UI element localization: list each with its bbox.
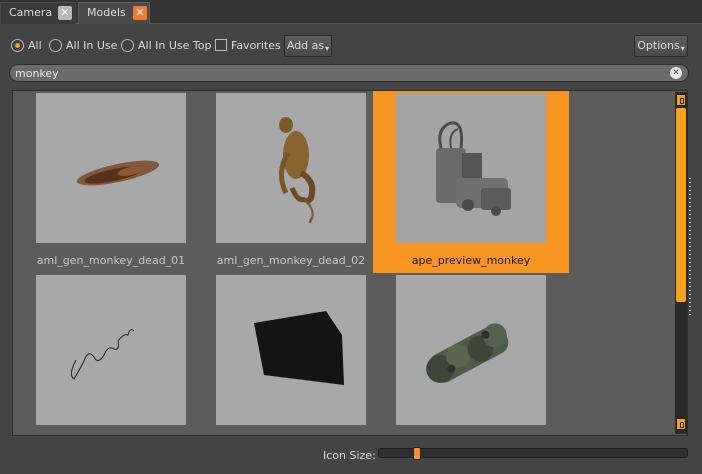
icon-size-slider[interactable]: [378, 447, 688, 460]
favorites-label: Favorites: [231, 39, 281, 52]
model-tile[interactable]: aml_gen_monkey_dead_01: [13, 91, 209, 273]
model-name: ape_preview_monkey: [411, 254, 531, 267]
scroll-up-arrow[interactable]: [676, 94, 686, 106]
close-icon[interactable]: ✕: [58, 6, 72, 20]
resize-grip[interactable]: [689, 178, 691, 318]
tab-models[interactable]: Models ✕: [78, 2, 150, 24]
tab-bar: Camera ✕ Models ✕: [0, 0, 702, 24]
model-browser: aml_gen_monkey_dead_01 aml_gen_monkey_de…: [12, 90, 688, 436]
model-tile-selected[interactable]: ape_preview_monkey: [373, 91, 569, 273]
model-tile[interactable]: aml_gen_monkey_dead_02: [193, 91, 389, 273]
radio-all[interactable]: [11, 39, 24, 52]
model-thumbnail: [36, 93, 186, 243]
model-thumbnail: [216, 93, 366, 243]
model-thumbnail: [216, 275, 366, 425]
radio-all-label: All: [28, 39, 42, 52]
options-label: Options: [637, 39, 680, 52]
radio-all-in-use-label: All In Use: [66, 39, 118, 52]
model-thumbnail: [396, 93, 546, 243]
radio-all-in-use[interactable]: [49, 39, 62, 52]
model-thumbnail: [36, 275, 186, 425]
close-icon[interactable]: ✕: [133, 6, 147, 20]
vertical-scrollbar[interactable]: [675, 92, 687, 434]
add-as-button[interactable]: Add as▾: [284, 35, 332, 57]
clear-search-icon[interactable]: ✕: [670, 67, 682, 79]
tab-camera[interactable]: Camera ✕: [0, 2, 76, 24]
radio-all-in-use-top-label: All In Use Top: [138, 39, 212, 52]
search-value: monkey: [15, 67, 59, 80]
tab-camera-label: Camera: [9, 6, 53, 19]
search-input[interactable]: monkey ✕: [9, 64, 689, 82]
chevron-down-icon: ▾: [680, 44, 685, 53]
favorites-checkbox[interactable]: [215, 39, 227, 51]
model-name: aml_gen_monkey_dead_02: [216, 254, 366, 267]
options-button[interactable]: Options▾: [634, 35, 688, 57]
icon-size-label: Icon Size:: [323, 449, 376, 462]
filter-bar: All All In Use All In Use Top Favorites …: [0, 34, 702, 58]
model-tile[interactable]: [193, 273, 389, 435]
radio-all-in-use-top[interactable]: [121, 39, 134, 52]
model-tile[interactable]: [13, 273, 209, 435]
scroll-down-arrow[interactable]: [676, 418, 686, 430]
chevron-down-icon: ▾: [325, 44, 330, 53]
model-thumbnail: [396, 275, 546, 425]
model-name: aml_gen_monkey_dead_01: [36, 254, 186, 267]
icon-size-slider-handle[interactable]: [413, 447, 421, 460]
add-as-label: Add as: [286, 39, 325, 52]
model-tile[interactable]: [373, 273, 569, 435]
scrollbar-thumb[interactable]: [676, 108, 686, 302]
tab-models-label: Models: [87, 6, 126, 19]
